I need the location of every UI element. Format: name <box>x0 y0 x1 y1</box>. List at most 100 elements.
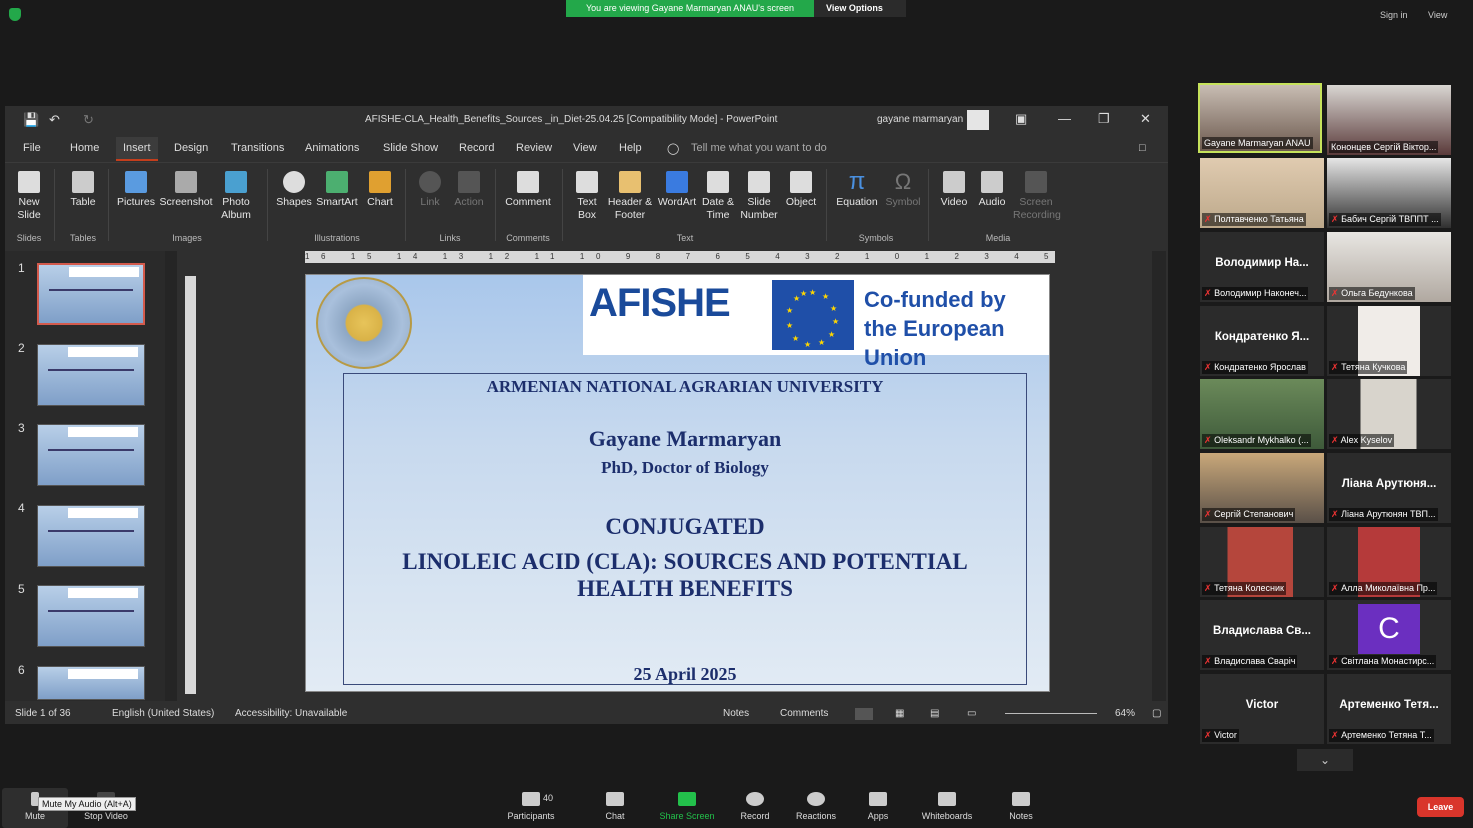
apps-button[interactable]: Apps <box>864 792 892 821</box>
participant-tile[interactable]: ✗ Тетяна Колесник <box>1200 527 1324 597</box>
chat-button[interactable]: Chat <box>600 792 630 821</box>
tab-animations[interactable]: Animations <box>305 142 359 154</box>
comments-button[interactable]: Comments <box>780 708 828 719</box>
close-icon[interactable]: ✕ <box>1140 111 1151 127</box>
participant-tile[interactable]: Victor ✗ Victor <box>1200 674 1324 744</box>
participant-tile[interactable]: Владислава Св... ✗ Владислава Сваріч <box>1200 600 1324 670</box>
security-shield-icon[interactable] <box>9 8 21 21</box>
link-button[interactable]: Link <box>415 171 445 209</box>
thumbnail-scrollbar[interactable] <box>165 251 177 701</box>
participant-tile[interactable]: ✗ Полтавченко Татьяна <box>1200 158 1324 228</box>
notes-button[interactable]: Notes <box>1006 792 1036 821</box>
undo-icon[interactable]: ↶ <box>49 112 60 128</box>
smartart-button[interactable]: SmartArt <box>315 171 359 209</box>
participant-name: ✗ Сергій Степанович <box>1202 508 1296 521</box>
screen-recording-button[interactable]: Screen Recording <box>1013 171 1061 222</box>
restore-icon[interactable]: ❐ <box>1098 111 1110 127</box>
slide-thumbnail[interactable] <box>37 585 145 647</box>
tab-record[interactable]: Record <box>459 142 494 154</box>
audio-button[interactable]: Audio <box>975 171 1009 209</box>
ribbon-display-icon[interactable]: ▣ <box>1015 111 1027 127</box>
fit-slide-icon[interactable]: ▢ <box>1152 708 1161 719</box>
chevron-down-icon[interactable]: ⌄ <box>1297 749 1353 771</box>
leave-button[interactable]: Leave <box>1417 797 1464 817</box>
participant-tile[interactable]: Ліана Арутюня... ✗ Ліана Арутюнян ТВП... <box>1327 453 1451 523</box>
slide-thumbnail[interactable] <box>37 666 145 700</box>
participant-tile[interactable]: ✗ Тетяна Кучкова <box>1327 306 1451 376</box>
user-avatar[interactable] <box>967 110 989 130</box>
new-slide-button[interactable]: New Slide <box>11 171 47 222</box>
header-footer-button[interactable]: Header & Footer <box>607 171 653 222</box>
participant-tile[interactable]: ✗ Oleksandr Mykhalko (... <box>1200 379 1324 449</box>
reading-view-icon[interactable]: ▤ <box>930 708 939 719</box>
slide-number-button[interactable]: Slide Number <box>738 171 780 222</box>
tab-design[interactable]: Design <box>174 142 208 154</box>
tell-me-search[interactable]: Tell me what you want to do <box>691 142 827 154</box>
tab-transitions[interactable]: Transitions <box>231 142 284 154</box>
wordart-button[interactable]: WordArt <box>655 171 699 209</box>
shapes-button[interactable]: Shapes <box>275 171 313 209</box>
equation-button[interactable]: π Equation <box>834 170 880 209</box>
normal-view-icon[interactable] <box>855 708 873 720</box>
tab-slide-show[interactable]: Slide Show <box>383 142 438 154</box>
redo-icon[interactable]: ↻ <box>83 112 94 128</box>
reactions-button[interactable]: Reactions <box>794 792 838 821</box>
participant-name: ✗ Полтавченко Татьяна <box>1202 213 1306 226</box>
tab-insert[interactable]: Insert <box>116 137 158 161</box>
whiteboards-button[interactable]: Whiteboards <box>918 792 976 821</box>
participant-tile[interactable]: C ✗ Світлана Монастирс... <box>1327 600 1451 670</box>
afishe-logo: AFISHE <box>589 281 731 325</box>
notes-button[interactable]: Notes <box>723 708 749 719</box>
screenshot-label: Screenshot <box>159 196 213 208</box>
slideshow-view-icon[interactable]: ▭ <box>967 708 976 719</box>
participant-tile[interactable]: Gayane Marmaryan ANAU <box>1198 83 1322 153</box>
tab-file[interactable]: File <box>23 142 41 154</box>
screenshot-button[interactable]: Screenshot <box>158 171 214 209</box>
comments-panel-icon[interactable]: □ <box>1139 142 1146 154</box>
table-button[interactable]: Table <box>65 171 101 209</box>
slide-thumbnail[interactable] <box>37 505 145 567</box>
participant-tile[interactable]: ✗ Сергій Степанович <box>1200 453 1324 523</box>
tab-home[interactable]: Home <box>70 142 99 154</box>
tab-view[interactable]: View <box>573 142 597 154</box>
share-screen-button[interactable]: Share Screen <box>656 792 718 821</box>
participant-tile[interactable]: Артеменко Тетя... ✗ Артеменко Тетяна Т... <box>1327 674 1451 744</box>
tab-help[interactable]: Help <box>619 142 642 154</box>
view-button[interactable]: View <box>1428 10 1447 20</box>
slide-sorter-icon[interactable]: ▦ <box>895 708 904 719</box>
tab-review[interactable]: Review <box>516 142 552 154</box>
chart-button[interactable]: Chart <box>363 171 397 209</box>
participant-tile[interactable]: Кононцев Сергій Віктор... <box>1327 85 1451 155</box>
pictures-button[interactable]: Pictures <box>116 171 156 209</box>
zoom-level[interactable]: 64% <box>1115 708 1135 719</box>
participant-tile[interactable]: Кондратенко Я... ✗ Кондратенко Ярослав <box>1200 306 1324 376</box>
slide-thumbnail[interactable] <box>37 263 145 325</box>
mute-tooltip: Mute My Audio (Alt+A) <box>38 797 136 811</box>
language[interactable]: English (United States) <box>112 708 214 719</box>
slide-scrollbar[interactable] <box>1152 251 1166 701</box>
object-button[interactable]: Object <box>783 171 819 209</box>
participant-tile[interactable]: ✗ Бабич Сергій ТВППТ ... <box>1327 158 1451 228</box>
zoom-slider[interactable] <box>1005 713 1097 714</box>
video-button[interactable]: Video <box>937 171 971 209</box>
slide-canvas[interactable]: AFISHE ★ ★ ★ ★ ★ ★ ★ ★ ★ ★ ★ ★ Co-funded by the Eur… <box>305 274 1050 692</box>
comment-button[interactable]: Comment <box>503 171 553 209</box>
save-icon[interactable]: 💾 <box>23 112 39 128</box>
participant-tile[interactable]: Володимир На... ✗ Володимир Наконеч... <box>1200 232 1324 302</box>
user-name[interactable]: gayane marmaryan <box>877 114 963 125</box>
photo-album-button[interactable]: Photo Album <box>215 171 257 222</box>
participant-tile[interactable]: ✗ Ольга Бедункова <box>1327 232 1451 302</box>
participant-tile[interactable]: ✗ Алла Миколаївна Пр... <box>1327 527 1451 597</box>
date-time-button[interactable]: Date & Time <box>701 171 735 222</box>
view-options-button[interactable]: View Options <box>814 0 906 17</box>
record-button[interactable]: Record <box>738 792 772 821</box>
sign-in-link[interactable]: Sign in <box>1380 10 1408 20</box>
action-button[interactable]: Action <box>451 171 487 209</box>
text-box-button[interactable]: Text Box <box>571 171 603 222</box>
slide-thumbnail[interactable] <box>37 344 145 406</box>
slide-thumbnail[interactable] <box>37 424 145 486</box>
minimize-icon[interactable]: — <box>1058 111 1071 126</box>
participant-tile[interactable]: ✗ Alex Kyselov <box>1327 379 1451 449</box>
accessibility-status[interactable]: Accessibility: Unavailable <box>235 708 347 719</box>
symbol-button[interactable]: Ω Symbol <box>883 171 923 209</box>
